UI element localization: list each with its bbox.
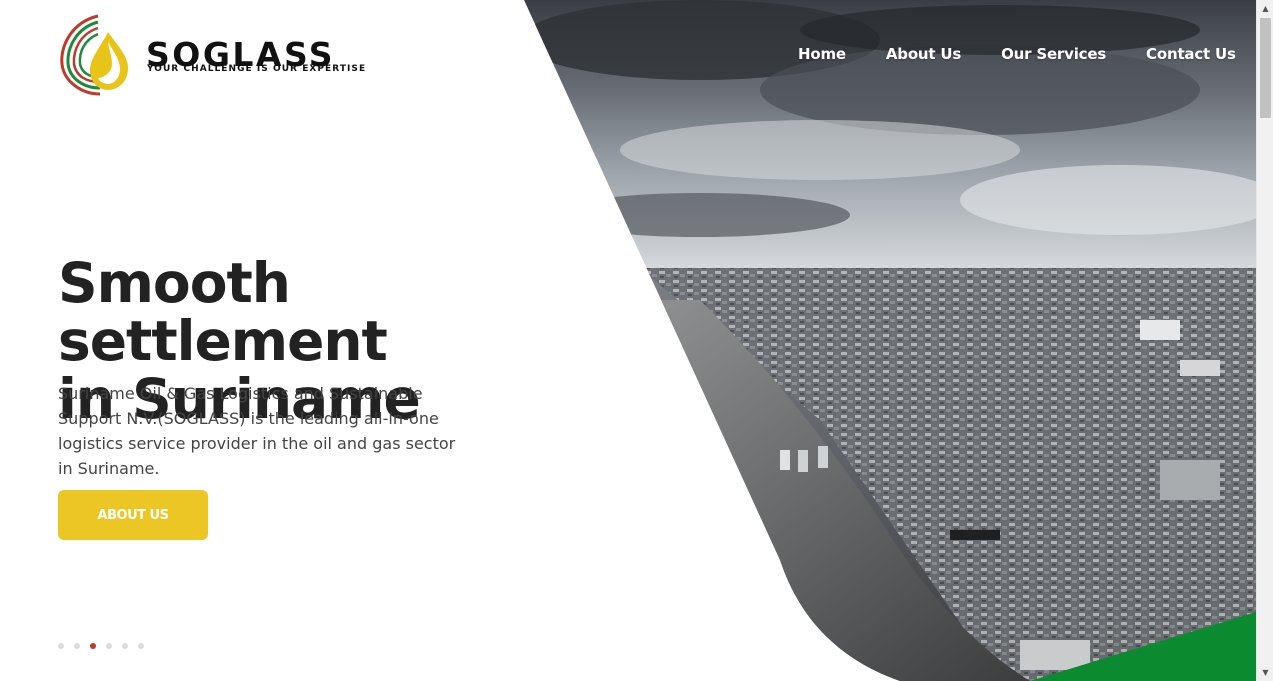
site-logo[interactable]: SOGLASS YOUR CHALLENGE IS OUR EXPERTISE: [58, 12, 378, 98]
hero-description: Suriname Oil & Gas Logistics and Sustain…: [58, 384, 456, 478]
brand-tagline: YOUR CHALLENGE IS OUR EXPERTISE: [147, 64, 367, 74]
slider-pagination: [58, 643, 154, 649]
slider-dot[interactable]: [138, 643, 144, 649]
nav-about-us[interactable]: About Us: [886, 45, 961, 63]
scroll-down-arrow-icon[interactable]: ▼: [1257, 664, 1273, 681]
about-us-button[interactable]: ABOUT US: [58, 490, 208, 540]
hero-headline-line-1: Smooth settlement: [58, 251, 388, 373]
nav-our-services[interactable]: Our Services: [1001, 45, 1106, 63]
slider-dot-active[interactable]: [90, 643, 96, 649]
page-scrollbar[interactable]: ▲ ▼: [1256, 0, 1273, 681]
nav-contact-us[interactable]: Contact Us: [1146, 45, 1236, 63]
slider-dot[interactable]: [106, 643, 112, 649]
slider-dot[interactable]: [122, 643, 128, 649]
slider-dot[interactable]: [74, 643, 80, 649]
soglass-logo-icon: [60, 14, 128, 96]
main-nav: Home About Us Our Services Contact Us: [798, 45, 1236, 63]
scroll-up-arrow-icon[interactable]: ▲: [1257, 0, 1273, 17]
scrollbar-thumb[interactable]: [1260, 18, 1271, 118]
slider-dot[interactable]: [58, 643, 64, 649]
nav-home[interactable]: Home: [798, 45, 846, 63]
